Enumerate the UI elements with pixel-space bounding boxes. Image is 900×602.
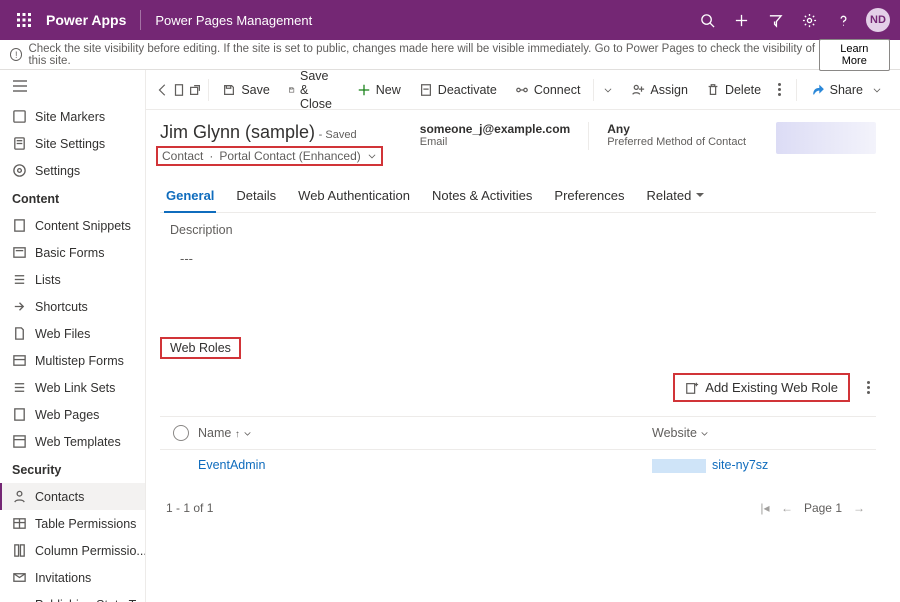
nav-web-files[interactable]: Web Files — [0, 320, 145, 347]
header-email-field[interactable]: someone_j@example.com Email — [420, 122, 570, 148]
learn-more-button[interactable]: Learn More — [819, 39, 890, 71]
tab-related[interactable]: Related — [645, 180, 707, 212]
header-image — [776, 122, 876, 154]
tab-preferences[interactable]: Preferences — [552, 180, 626, 212]
chevron-down-icon — [367, 151, 377, 161]
save-close-button[interactable]: Save & Close — [280, 75, 347, 105]
description-section-label: Description — [160, 213, 876, 241]
nav-content-snippets[interactable]: Content Snippets — [0, 212, 145, 239]
nav-multistep-forms[interactable]: Multistep Forms — [0, 347, 145, 374]
form-selector[interactable]: Contact · Portal Contact (Enhanced) — [156, 146, 383, 166]
tab-notes-activities[interactable]: Notes & Activities — [430, 180, 534, 212]
assign-button[interactable]: Assign — [623, 75, 696, 105]
nav-publishing-state[interactable]: Publishing State Tr... — [0, 591, 145, 602]
command-bar: Save Save & Close New Deactivate Connect… — [146, 70, 900, 110]
nav-contacts[interactable]: Contacts — [0, 483, 145, 510]
next-page-button[interactable]: → — [848, 501, 870, 515]
new-button[interactable]: New — [349, 75, 409, 105]
add-icon[interactable] — [724, 0, 758, 40]
nav-web-pages[interactable]: Web Pages — [0, 401, 145, 428]
app-launcher[interactable] — [10, 13, 38, 27]
nav-invitations[interactable]: Invitations — [0, 564, 145, 591]
select-all-checkbox[interactable] — [173, 425, 189, 441]
first-page-button[interactable]: |◂ — [754, 501, 776, 515]
save-button[interactable]: Save — [214, 75, 278, 105]
global-header: Power Apps Power Pages Management ND — [0, 0, 900, 40]
filter-icon[interactable] — [758, 0, 792, 40]
redacted-prefix — [652, 459, 706, 473]
row-name-link[interactable]: EventAdmin — [198, 458, 265, 472]
subgrid-toolbar: Add Existing Web Role — [160, 369, 876, 416]
subgrid-more-button[interactable] — [860, 381, 876, 394]
search-icon[interactable] — [690, 0, 724, 40]
nav-shortcuts[interactable]: Shortcuts — [0, 293, 145, 320]
open-new-window-button[interactable] — [188, 75, 202, 105]
nav-lists[interactable]: Lists — [0, 266, 145, 293]
nav-site-settings[interactable]: Site Settings — [0, 130, 145, 157]
nav-web-link-sets[interactable]: Web Link Sets — [0, 374, 145, 401]
row-count: 1 - 1 of 1 — [166, 501, 213, 515]
delete-button[interactable]: Delete — [698, 75, 769, 105]
save-status: - Saved — [319, 129, 357, 141]
share-button[interactable]: Share — [803, 75, 890, 105]
column-header-name[interactable]: Name ↑ — [198, 426, 652, 440]
warning-text: Check the site visibility before editing… — [28, 43, 818, 67]
open-record-set-button[interactable] — [172, 75, 186, 105]
record-title: Jim Glynn (sample) — [160, 122, 315, 142]
more-commands-button[interactable] — [777, 83, 782, 96]
settings-icon[interactable] — [792, 0, 826, 40]
grid-row[interactable]: EventAdmin site-ny7sz — [160, 450, 876, 481]
chevron-down-icon — [700, 429, 709, 438]
nav-group-content: Content — [0, 184, 145, 212]
tab-web-authentication[interactable]: Web Authentication — [296, 180, 412, 212]
nav-collapse-toggle[interactable] — [0, 76, 145, 103]
tab-details[interactable]: Details — [234, 180, 278, 212]
site-map-nav: Site Markers Site Settings Settings Cont… — [0, 70, 146, 602]
nav-basic-forms[interactable]: Basic Forms — [0, 239, 145, 266]
help-icon[interactable] — [826, 0, 860, 40]
prev-page-button[interactable]: ← — [776, 501, 798, 515]
web-roles-section-label: Web Roles — [160, 337, 241, 359]
user-avatar[interactable]: ND — [866, 8, 890, 32]
page-label: Page 1 — [804, 501, 842, 515]
nav-settings[interactable]: Settings — [0, 157, 145, 184]
tab-general[interactable]: General — [164, 180, 216, 213]
brand-label: Power Apps — [46, 12, 126, 28]
nav-group-security: Security — [0, 455, 145, 483]
nav-table-permissions[interactable]: Table Permissions — [0, 510, 145, 537]
row-website-link[interactable]: site-ny7sz — [710, 458, 770, 472]
column-header-website[interactable]: Website — [652, 426, 872, 440]
chevron-down-icon — [243, 429, 252, 438]
connect-button[interactable]: Connect — [507, 75, 622, 105]
add-existing-web-role-button[interactable]: Add Existing Web Role — [673, 373, 850, 402]
chevron-down-icon[interactable] — [603, 85, 613, 95]
deactivate-button[interactable]: Deactivate — [411, 75, 505, 105]
back-button[interactable] — [156, 75, 170, 105]
grid-footer: 1 - 1 of 1 |◂ ← Page 1 → — [160, 481, 876, 521]
app-name: Power Pages Management — [140, 10, 312, 30]
info-icon: ! — [10, 48, 22, 61]
nav-site-markers[interactable]: Site Markers — [0, 103, 145, 130]
web-roles-grid: Name ↑ Website EventAdmin site-ny7sz — [160, 416, 876, 481]
form-tabs: General Details Web Authentication Notes… — [160, 180, 876, 213]
nav-column-permissions[interactable]: Column Permissio... — [0, 537, 145, 564]
visibility-warning-bar: ! Check the site visibility before editi… — [0, 40, 900, 70]
header-preferred-method-field[interactable]: Any Preferred Method of Contact — [607, 122, 746, 148]
chevron-down-icon[interactable] — [872, 85, 882, 95]
nav-web-templates[interactable]: Web Templates — [0, 428, 145, 455]
record-header: Jim Glynn (sample) - Saved Contact · Por… — [160, 122, 876, 166]
description-value[interactable]: --- — [160, 241, 876, 321]
